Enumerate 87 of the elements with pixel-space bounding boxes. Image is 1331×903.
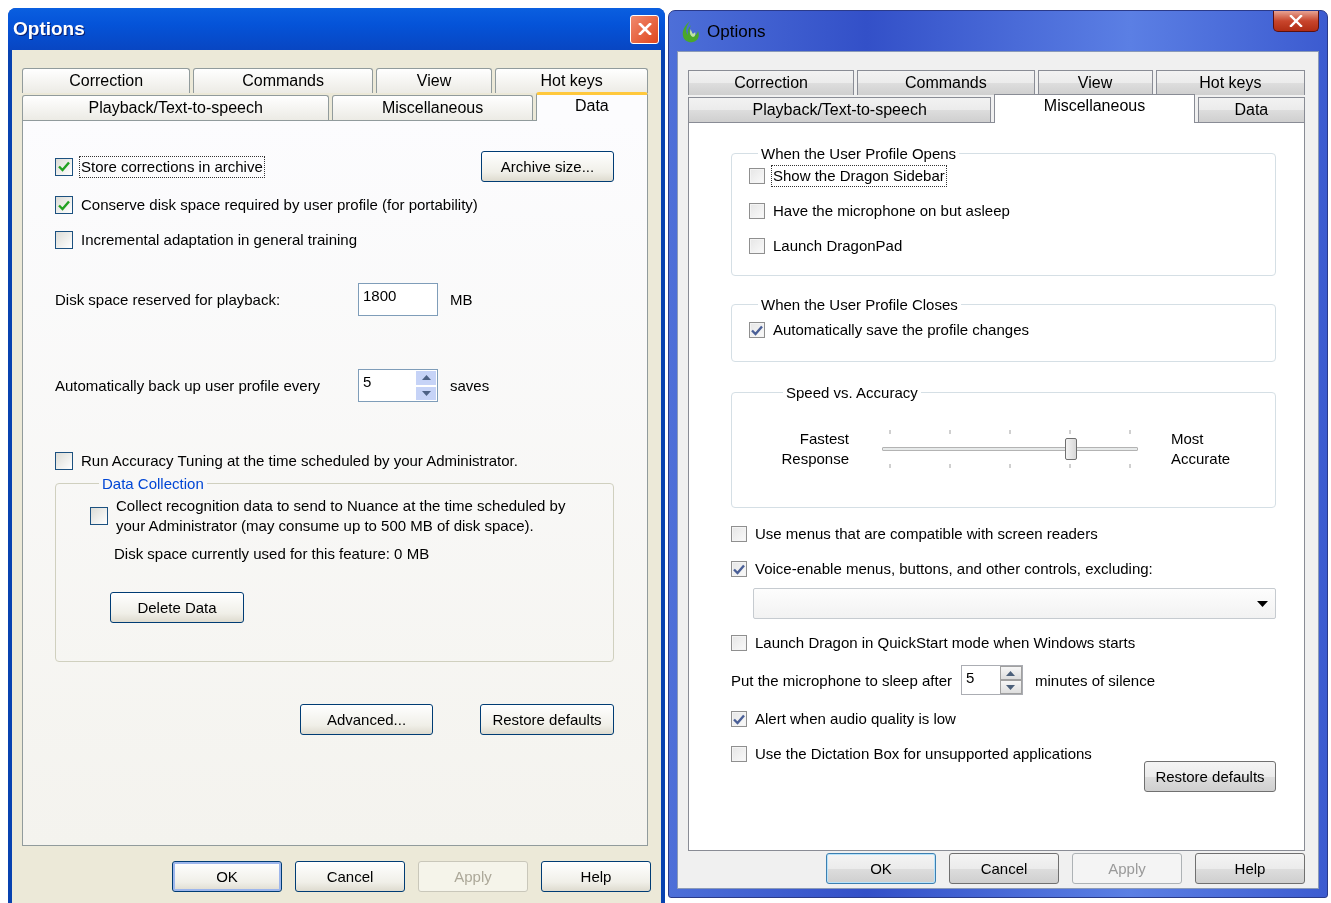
group-title: Data Collection [101, 475, 205, 492]
unit-label: minutes of silence [1034, 671, 1156, 689]
checkbox[interactable] [731, 526, 747, 542]
check-icon [58, 161, 70, 172]
check-icon [58, 199, 70, 211]
checkbox-label[interactable]: Alert when audio quality is low [753, 708, 958, 730]
spin-down-button[interactable] [999, 680, 1022, 694]
checkbox[interactable] [749, 203, 765, 219]
text-field[interactable]: 1800 [358, 283, 438, 316]
dialog-button[interactable]: Cancel [949, 853, 1059, 884]
field-label: Disk space reserved for playback: [55, 291, 282, 308]
archive-size-button[interactable]: Archive size... [481, 151, 614, 182]
checkbox-label[interactable]: Voice-enable menus, buttons, and other controls, excluding: [753, 558, 1155, 580]
field-label: Automatically back up user profile every [55, 377, 322, 394]
checkbox[interactable] [55, 157, 73, 176]
checkbox-label[interactable]: Launch DragonPad [771, 235, 905, 257]
tab[interactable]: Data [535, 92, 648, 121]
advanced-button[interactable]: Advanced... [300, 704, 433, 735]
tab[interactable]: Miscellaneous [332, 95, 533, 120]
dialog-button[interactable]: Help [1195, 853, 1305, 884]
window-title: Options [13, 18, 86, 40]
close-icon [637, 23, 652, 35]
checkbox[interactable] [55, 196, 73, 214]
checkbox[interactable] [90, 507, 108, 525]
checkbox[interactable] [55, 231, 73, 249]
window-title: Options [707, 22, 767, 42]
unit-label: MB [450, 291, 473, 308]
tab[interactable]: Data [1197, 97, 1305, 122]
tab[interactable]: Playback/Text-to-speech [688, 97, 992, 122]
delete-data-button[interactable]: Delete Data [110, 592, 244, 623]
slider-max-label: Most Accurate [1171, 429, 1232, 469]
dialog-button[interactable]: OK [826, 853, 936, 884]
tab[interactable]: Hot keys [1155, 70, 1305, 95]
tab[interactable]: View [375, 68, 493, 93]
tab[interactable]: Commands [857, 70, 1035, 95]
caret-icon [1257, 600, 1268, 607]
unit-label: saves [450, 377, 490, 394]
checkbox-label[interactable]: Launch Dragon in QuickStart mode when Windows starts [753, 632, 1138, 654]
checkbox[interactable] [749, 168, 765, 184]
number-field[interactable]: 5 [960, 665, 1023, 695]
tab[interactable]: Correction [688, 70, 855, 95]
dialog-button[interactable]: Help [541, 861, 651, 892]
tab[interactable]: Miscellaneous [994, 94, 1195, 123]
checkbox-label[interactable]: Use menus that are compatible with screen readers [753, 523, 1100, 545]
checkbox[interactable] [731, 711, 747, 727]
checkbox-label[interactable]: Use the Dictation Box for unsupported applications [753, 743, 1094, 765]
close-icon [1289, 15, 1303, 27]
field-label: Put the microphone to sleep after [731, 671, 952, 689]
tab[interactable]: View [1037, 70, 1153, 95]
checkbox-label[interactable]: Conserve disk space required by user profile (for portability) [79, 194, 480, 216]
down-arrow-icon [421, 390, 431, 396]
slider-min-label: Fastest Response [780, 429, 849, 469]
checkbox-label[interactable]: Incremental adaptation in general training [79, 229, 359, 251]
spin-up-button[interactable] [999, 666, 1022, 680]
restore-defaults-button[interactable]: Restore defaults [1144, 761, 1276, 792]
check-icon [733, 563, 745, 575]
check-icon [751, 324, 763, 336]
checkbox-label[interactable]: Automatically save the profile changes [771, 319, 1031, 341]
checkbox-label[interactable]: Have the microphone on but asleep [771, 200, 1012, 222]
tab[interactable]: Playback/Text-to-speech [22, 95, 330, 120]
close-button[interactable] [1273, 11, 1319, 32]
up-arrow-icon [1006, 670, 1016, 676]
down-arrow-icon [1006, 684, 1016, 690]
check-icon [733, 713, 745, 725]
checkbox-label[interactable]: Show the Dragon Sidebar [771, 165, 947, 187]
group-title: When the User Profile Closes [760, 296, 959, 313]
up-arrow-icon [421, 375, 431, 381]
tab[interactable]: Hot keys [495, 68, 648, 93]
tab[interactable]: Correction [22, 68, 191, 93]
checkbox[interactable] [749, 322, 765, 338]
group-title: When the User Profile Opens [760, 145, 958, 162]
checkbox-label[interactable]: Collect recognition data to send to Nuance at the time scheduled by your Administrator (may consume up to 500 MB of disk space). [114, 495, 573, 537]
slider-thumb[interactable] [1065, 438, 1077, 460]
checkbox-label[interactable]: Run Accuracy Tuning at the time scheduled by your Administrator. [79, 450, 520, 472]
usage-text: Disk space currently used for this feature: 0 MB [114, 545, 431, 562]
dialog-button[interactable]: OK [172, 861, 282, 892]
flame-icon [682, 21, 699, 43]
checkbox-label[interactable]: Store corrections in archive [79, 155, 265, 178]
checkbox[interactable] [731, 746, 747, 762]
tab[interactable]: Commands [193, 68, 373, 93]
dialog-button[interactable]: Cancel [295, 861, 405, 892]
restore-defaults-button[interactable]: Restore defaults [480, 704, 614, 735]
checkbox[interactable] [731, 561, 747, 577]
group-title: Speed vs. Accuracy [785, 384, 919, 401]
checkbox[interactable] [731, 635, 747, 651]
checkbox[interactable] [55, 452, 73, 470]
checkbox[interactable] [749, 238, 765, 254]
